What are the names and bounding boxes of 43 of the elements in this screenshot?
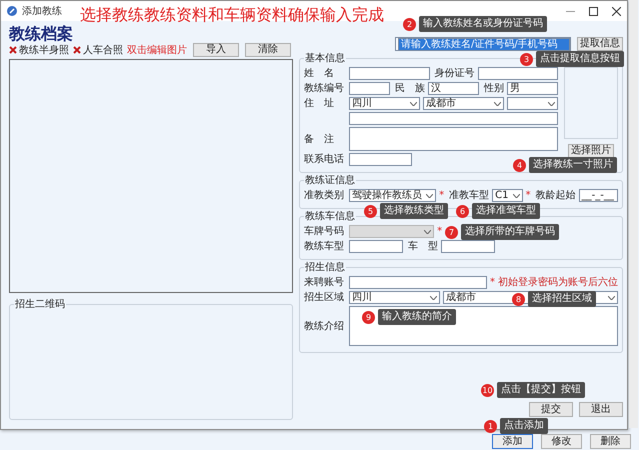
group-title: 教练车信息: [304, 211, 356, 222]
photo-tag: 人车合照: [83, 44, 123, 56]
hint-text: 初始登录密码为账号后六位: [498, 277, 618, 288]
field-label: 姓 名: [304, 68, 335, 79]
required-mark: *: [490, 277, 495, 288]
required-mark: *: [439, 190, 444, 201]
field-label: 身份证号: [434, 68, 474, 79]
page-heading: 教练档案: [9, 25, 74, 43]
field-label: 车牌号码: [304, 226, 345, 237]
callout-tooltip: 选择招生区域: [528, 291, 596, 307]
group-title: 招生二维码: [14, 299, 66, 310]
callout-tooltip: 输入教练的简介: [378, 309, 456, 325]
group-title: 基本信息: [304, 53, 346, 64]
group-title: 教练证信息: [304, 175, 356, 186]
callout-tooltip: 选择教练类型: [380, 203, 448, 219]
window-title: 添加教练: [22, 6, 62, 16]
callout-tooltip: 选择所带的车牌号码: [461, 224, 559, 240]
required-mark: *: [526, 190, 531, 201]
callout-tooltip: 点击添加: [500, 418, 548, 434]
annotation-title: 选择教练教练资料和车辆资料确保输入完成: [80, 6, 384, 24]
hint-text: 双击编辑图片: [127, 44, 187, 56]
callout-tooltip: 点击【提交】按钮: [497, 382, 585, 398]
callout-tooltip: 选择准驾车型: [472, 203, 540, 219]
field-label: 教练编号: [304, 83, 345, 94]
field-label: 教练介绍: [304, 320, 345, 332]
photo-tag: 教练半身照: [19, 44, 69, 56]
group-title: 招生信息: [304, 262, 346, 273]
field-label: 教龄起始: [536, 190, 576, 201]
field-label: 来聘账号: [304, 277, 345, 288]
callout-tooltip: 选择教练一寸照片: [529, 157, 617, 173]
field-label: 教练车型: [304, 241, 345, 252]
field-label: 车 型: [408, 241, 438, 252]
field-label: 准教车型: [449, 190, 490, 201]
field-label: 联系电话: [304, 154, 345, 165]
callout-tooltip: 输入教练姓名或身份证号码: [419, 16, 547, 32]
field-label: 招生区域: [304, 292, 345, 303]
field-label: 民 族: [395, 83, 425, 94]
field-label: 住 址: [304, 98, 335, 109]
field-label: 备 注: [304, 134, 335, 144]
field-label: 准教类别: [304, 190, 345, 201]
required-mark: *: [437, 226, 442, 237]
callout-tooltip: 点击提取信息按钮: [536, 51, 624, 67]
field-label: 性别: [484, 83, 504, 94]
